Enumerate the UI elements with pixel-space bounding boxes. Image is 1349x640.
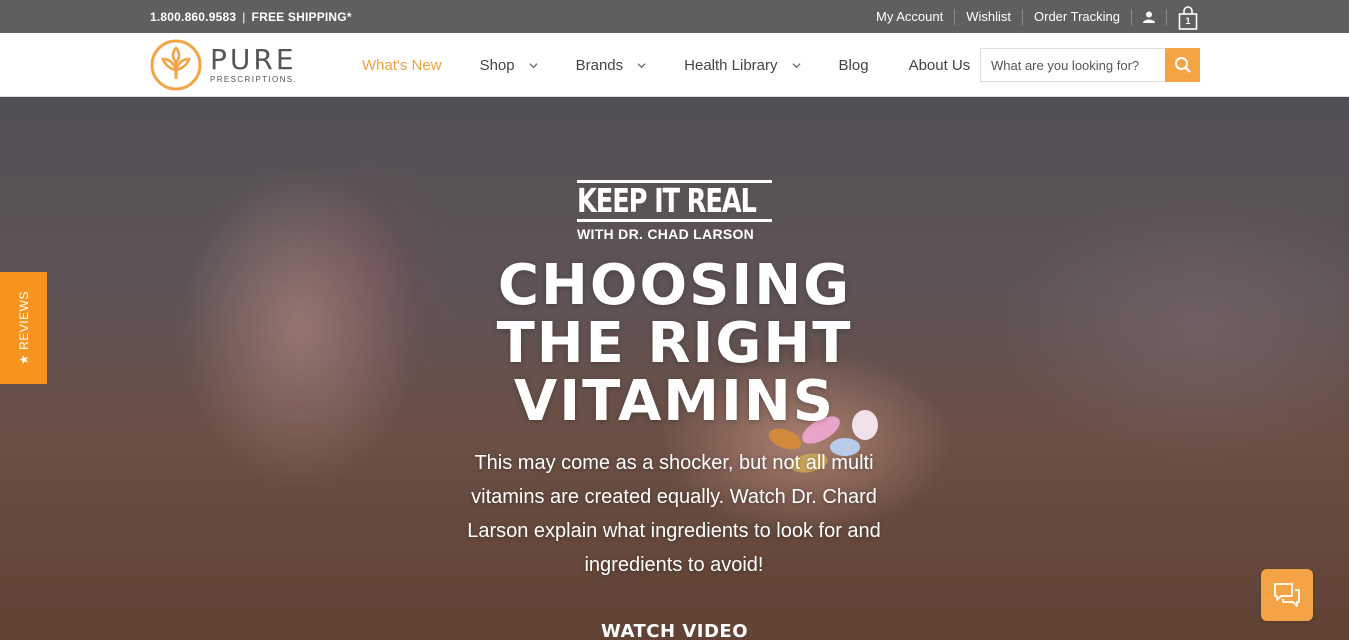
headline-line: CHOOSING [497,253,852,318]
divider [954,8,956,25]
chevron-down-icon [637,62,646,68]
cart-count: 1 [1185,15,1191,26]
top-bar: 1.800.860.9583 | FREE SHIPPING* My Account… [0,0,1349,33]
nav-label: Brands [575,56,624,74]
wishlist-link[interactable]: Wishlist [966,9,1011,24]
divider [1022,8,1024,25]
divider [1166,8,1167,25]
chevron-down-icon [791,62,801,68]
leaf-logo-icon [150,39,202,91]
main-header: PURE PRESCRIPTIONS. What's New Shop Bran… [0,33,1349,97]
hero-banner: KEEP IT REAL WITH DR. CHAD LARSON CHOOSI… [0,97,1349,640]
search-icon [1174,57,1191,73]
divider [1131,8,1132,25]
headline-line: VITAMINS [513,369,836,434]
top-bar-contact: 1.800.860.9583 | FREE SHIPPING* [150,10,352,24]
nav-label: Health Library [684,56,778,74]
hero-headline: CHOOSING THE RIGHT VITAMINS [0,257,1349,431]
search-button[interactable] [1165,48,1200,82]
my-account-link[interactable]: My Account [876,9,943,24]
chevron-down-icon [529,62,538,68]
search-bar [980,48,1200,82]
series-host: WITH DR. CHAD LARSON [577,226,755,242]
nav-label: About Us [908,56,971,74]
nav-shop[interactable]: Shop [480,57,538,74]
chat-button[interactable] [1261,569,1313,621]
reviews-label: ★ REVIEWS [16,291,31,365]
chat-icon [1274,583,1300,607]
order-tracking-link[interactable]: Order Tracking [1034,9,1120,24]
search-input[interactable] [980,48,1165,82]
nav-label: What's New [362,56,442,74]
headline-line: THE RIGHT [496,311,853,376]
shopping-bag-icon[interactable]: 1 [1178,5,1198,30]
nav-whats-new[interactable]: What's New [362,57,442,74]
series-logo: KEEP IT REAL WITH DR. CHAD LARSON [577,180,772,242]
series-title: KEEP IT REAL [577,180,772,222]
logo-word: PURE [210,42,297,76]
main-nav: What's New Shop Brands Health Library Bl… [362,33,1031,97]
nav-label: Shop [479,56,515,74]
reviews-tab[interactable]: ★ REVIEWS [0,272,47,384]
logo-subword: PRESCRIPTIONS. [210,74,298,84]
hero-description: This may come as a shocker, but not all … [467,452,881,576]
watch-video-button[interactable]: WATCH VIDEO [0,621,1349,640]
account-links: My Account Wishlist Order Tracking 1 [876,0,1198,33]
nav-brands[interactable]: Brands [576,57,647,74]
phone-number[interactable]: 1.800.860.9583 [150,10,236,24]
logo-wordmark: PURE PRESCRIPTIONS. [210,42,298,85]
site-logo[interactable]: PURE PRESCRIPTIONS. [150,39,297,91]
nav-blog[interactable]: Blog [839,57,869,74]
user-icon[interactable] [1143,11,1155,23]
nav-health-library[interactable]: Health Library [684,56,801,74]
nav-label: Blog [838,56,869,74]
free-shipping-text: FREE SHIPPING* [251,10,352,24]
top-bar-separator: | [242,10,246,24]
